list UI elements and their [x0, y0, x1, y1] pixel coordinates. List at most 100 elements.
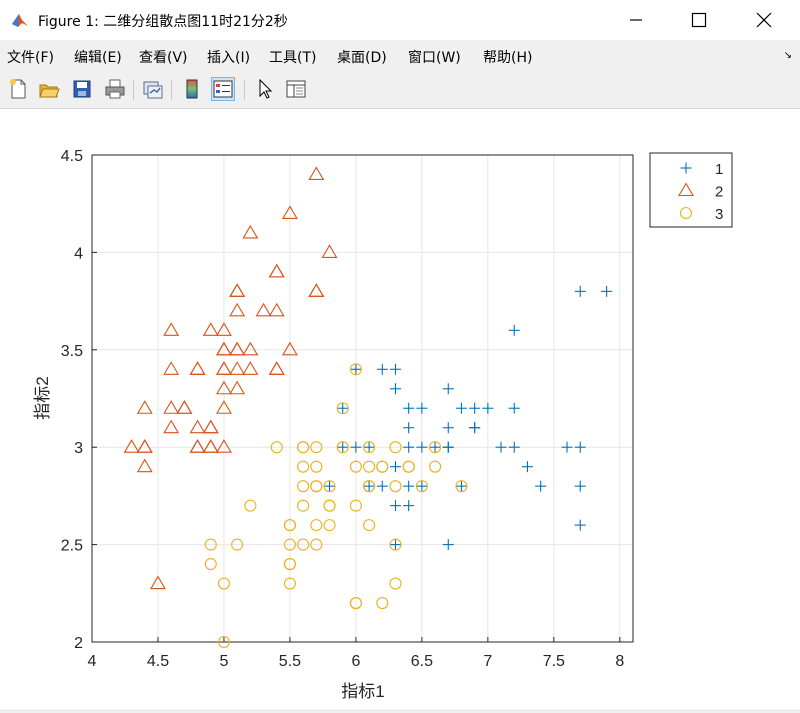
point-series-3	[402, 460, 415, 473]
figure-canvas: 4 4.5 5 5.5 6 6.5 7 7.5 8 2 2.5 3 3.5 4 4.5 指标1 指标2 1 2…	[0, 109, 800, 709]
point-series-3	[204, 558, 217, 571]
point-series-2	[176, 400, 193, 414]
legend-label-2: 2	[715, 184, 723, 201]
minimize-button[interactable]	[613, 0, 659, 40]
point-series-2	[268, 302, 285, 317]
link-plot-icon[interactable]	[141, 77, 165, 101]
pointer-icon[interactable]	[253, 77, 277, 101]
close-button[interactable]	[741, 0, 787, 40]
matlab-logo-icon	[12, 14, 28, 27]
minimize-icon	[630, 19, 642, 21]
point-series-2	[268, 361, 285, 375]
point-series-1	[469, 422, 481, 434]
point-series-3	[323, 519, 336, 532]
x-tick-label: 7.5	[543, 653, 565, 670]
point-series-2	[321, 244, 338, 258]
point-series-1	[455, 402, 467, 414]
point-series-1	[469, 402, 481, 414]
point-series-2	[229, 341, 246, 356]
point-series-3	[310, 519, 323, 532]
point-series-2	[202, 322, 219, 336]
point-series-1	[601, 285, 613, 297]
scatter-chart: 4 4.5 5 5.5 6 6.5 7 7.5 8 2 2.5 3 3.5 4 4.5 指标1 指标2 1 2…	[33, 148, 733, 701]
point-series-1	[495, 441, 507, 453]
point-series-3	[297, 480, 310, 493]
point-series-1	[389, 383, 401, 395]
menu-help[interactable]: 帮助(H)	[483, 47, 532, 67]
menu-edit[interactable]: 编辑(E)	[74, 47, 122, 67]
menu-desktop[interactable]: 桌面(D)	[337, 47, 387, 67]
point-series-1	[574, 285, 586, 297]
point-series-2	[189, 439, 206, 453]
point-series-3	[244, 499, 257, 512]
point-series-1	[376, 363, 388, 375]
point-series-2	[242, 361, 259, 375]
maximize-button[interactable]	[676, 0, 722, 40]
chart-legend[interactable]: 1 2 3	[649, 152, 733, 228]
maximize-icon	[691, 12, 707, 28]
point-series-1	[561, 441, 573, 453]
x-tick-label: 5	[219, 653, 228, 670]
toolbar-separator	[171, 80, 172, 100]
point-series-1	[508, 441, 520, 453]
x-tick-label: 6.5	[411, 653, 433, 670]
legend-label-1: 1	[715, 161, 723, 178]
menu-tools[interactable]: 工具(T)	[269, 47, 316, 67]
x-tick-label: 4	[88, 653, 97, 670]
point-series-1	[403, 441, 415, 453]
window-title: Figure 1: 二维分组散点图11时21分2秒	[38, 14, 288, 30]
x-tick-label: 4.5	[147, 653, 169, 670]
point-series-2	[163, 419, 180, 434]
open-file-icon[interactable]	[37, 77, 61, 101]
point-series-1	[442, 383, 454, 395]
legend-label-3: 3	[715, 206, 723, 223]
grid-lines	[91, 154, 633, 643]
point-series-3	[323, 499, 336, 512]
menu-view[interactable]: 查看(V)	[139, 47, 188, 67]
point-series-2	[229, 283, 246, 297]
point-series-1	[442, 539, 454, 551]
point-series-2	[268, 361, 285, 375]
point-series-1	[403, 480, 415, 492]
point-series-3	[363, 460, 376, 473]
dock-arrow-icon[interactable]: ↘	[784, 50, 792, 61]
point-series-1	[403, 402, 415, 414]
point-series-2	[229, 283, 246, 297]
point-series-2	[136, 439, 153, 453]
print-icon[interactable]	[103, 77, 127, 101]
point-series-1	[574, 519, 586, 531]
data-points	[123, 166, 613, 649]
point-series-2	[176, 400, 193, 414]
colorbar-icon[interactable]	[180, 77, 204, 101]
x-tick-label: 7	[483, 653, 492, 670]
point-series-2	[308, 283, 325, 297]
point-series-3	[376, 596, 389, 610]
menu-insert[interactable]: 插入(I)	[207, 47, 250, 67]
point-series-2	[189, 439, 206, 453]
point-series-2	[189, 361, 206, 375]
new-figure-icon[interactable]	[6, 77, 30, 101]
point-series-2	[308, 166, 325, 181]
point-series-2	[242, 341, 259, 356]
point-series-2	[202, 419, 219, 434]
toolbar-separator	[244, 80, 245, 100]
point-series-3	[363, 519, 376, 532]
save-icon[interactable]	[70, 77, 94, 101]
y-tick-label: 3	[74, 440, 83, 457]
point-series-2	[255, 302, 272, 317]
property-inspector-icon[interactable]	[284, 77, 308, 101]
legend-icon[interactable]	[211, 77, 235, 101]
point-series-2	[189, 361, 206, 375]
point-series-1	[508, 324, 520, 336]
point-series-2	[229, 341, 246, 356]
point-series-2	[163, 400, 180, 414]
point-series-1	[416, 441, 428, 453]
menu-bar: 文件(F) 编辑(E) 查看(V) 插入(I) 工具(T) 桌面(D) 窗口(W…	[0, 40, 800, 70]
point-series-1	[508, 402, 520, 414]
point-series-1	[416, 402, 428, 414]
point-series-1	[389, 500, 401, 512]
menu-file[interactable]: 文件(F)	[7, 47, 54, 67]
menu-window[interactable]: 窗口(W)	[408, 47, 461, 67]
x-tick-label: 6	[351, 653, 360, 670]
point-series-3	[429, 460, 442, 473]
